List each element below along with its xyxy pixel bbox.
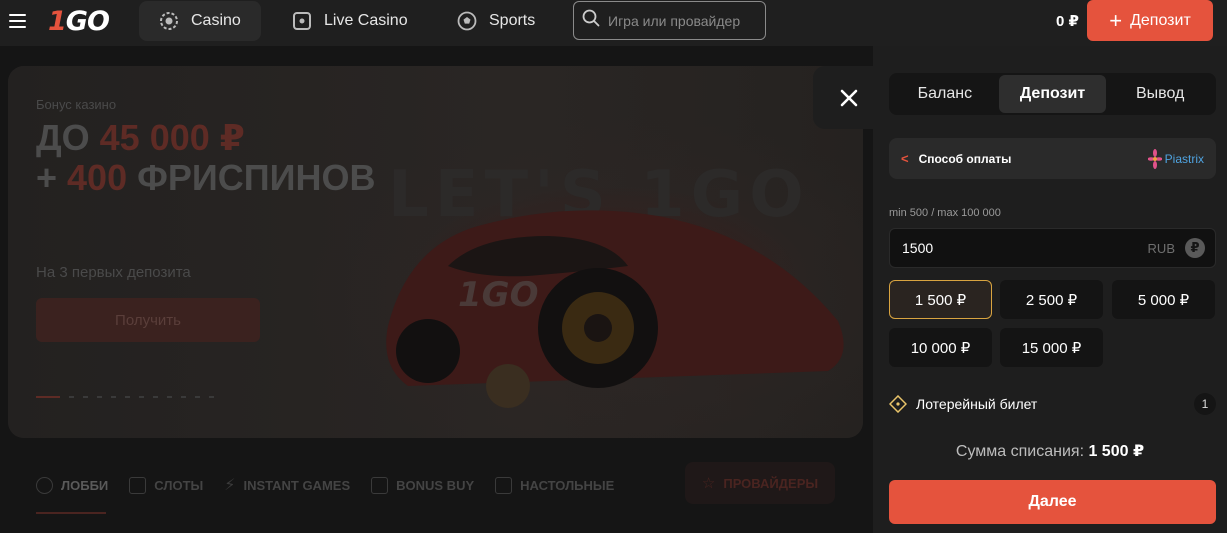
category-table-games[interactable]: НАСТОЛЬНЫЕ [495, 476, 614, 494]
table-games-icon [495, 476, 513, 494]
svg-text:1GO: 1GO [458, 275, 538, 315]
wallet-tabs: Баланс Депозит Вывод [889, 73, 1216, 115]
deposit-button[interactable]: + Депозит [1087, 0, 1213, 41]
banner-title-line2: + 400 ФРИСПИНОВ [36, 157, 376, 198]
total-label: Сумма списания: [955, 443, 1089, 460]
bonus-buy-icon [371, 476, 389, 494]
category-bonus-buy[interactable]: BONUS BUY [371, 476, 474, 494]
slots-icon [129, 476, 147, 494]
balance-amount[interactable]: 0 ₽ [1056, 12, 1079, 30]
category-lobby[interactable]: ЛОББИ [36, 476, 108, 494]
slider-dot[interactable] [195, 396, 200, 398]
slider-dot[interactable] [83, 396, 88, 398]
slider-dot[interactable] [139, 396, 144, 398]
category-instant-games[interactable]: ⚡ INSTANT GAMES [224, 475, 350, 495]
amount-chip-selected[interactable]: 1 500 ₽ [889, 280, 992, 319]
nav-tab-label: Sports [489, 12, 536, 29]
deposit-limits: min 500 / max 100 000 [889, 207, 1001, 219]
plus-icon: + [1109, 7, 1123, 33]
ruble-icon: ₽ [1185, 238, 1205, 258]
wallet-panel: Баланс Депозит Вывод < Способ оплаты Pia… [873, 46, 1227, 533]
banner-title-line1: ДО 45 000 ₽ [36, 117, 245, 158]
currency-code: RUB [1147, 240, 1175, 256]
payment-provider: Piastrix [1147, 148, 1204, 169]
nav-tab-label: Casino [191, 12, 241, 29]
total-value: 1 500 ₽ [1088, 443, 1145, 460]
slider-dot[interactable] [153, 396, 158, 398]
top-navigation-bar: 1GO Casino Live Casino Sports 0 ₽ + Депо… [0, 0, 1227, 46]
logo[interactable]: 1GO [48, 6, 110, 37]
nav-tab-sports[interactable]: Sports [437, 1, 555, 41]
banner-note: На 3 первых депозита [36, 264, 191, 281]
casino-chip-icon [159, 11, 179, 31]
ticket-icon [889, 395, 907, 413]
tab-withdraw[interactable]: Вывод [1106, 75, 1214, 113]
lobby-icon [36, 476, 53, 494]
total-charge: Сумма списания: 1 500 ₽ [873, 441, 1227, 461]
search-box[interactable] [573, 1, 766, 40]
deposit-button-label: Депозит [1130, 11, 1191, 29]
get-bonus-button[interactable]: Получить [36, 298, 260, 342]
lottery-ticket-row[interactable]: Лотерейный билет 1 [889, 393, 1216, 415]
slider-dot[interactable] [97, 396, 102, 398]
payment-provider-name: Piastrix [1164, 151, 1204, 166]
main-content: LET'S 1GO 1GO Бонус казино ДО 45 000 ₽ +… [0, 46, 873, 533]
nav-tab-casino[interactable]: Casino [139, 1, 261, 41]
slider-dot[interactable] [111, 396, 116, 398]
tab-balance[interactable]: Баланс [891, 75, 999, 113]
amount-chip[interactable]: 10 000 ₽ [889, 328, 992, 367]
menu-icon[interactable] [9, 14, 26, 28]
slider-dot[interactable] [181, 396, 186, 398]
payment-method-label: Способ оплаты [918, 151, 1012, 166]
search-icon [582, 9, 600, 32]
slider-dot[interactable] [125, 396, 130, 398]
category-bar: ЛОББИ СЛОТЫ ⚡ INSTANT GAMES BONUS BUY НА… [36, 474, 635, 496]
amount-chip[interactable]: 5 000 ₽ [1112, 280, 1215, 319]
star-icon: ☆ [701, 475, 716, 492]
nav-tab-live-casino[interactable]: Live Casino [272, 1, 428, 41]
chevron-left-icon: < [901, 151, 909, 166]
slider-pagination[interactable] [36, 396, 214, 398]
providers-button[interactable]: ☆ ПРОВАЙДЕРЫ [685, 462, 835, 504]
close-icon [840, 89, 858, 106]
banner-title: ДО 45 000 ₽ + 400 ФРИСПИНОВ [36, 118, 375, 198]
slider-dot[interactable] [36, 396, 60, 398]
banner-subtitle: Бонус казино [36, 97, 117, 112]
slider-dot[interactable] [209, 396, 214, 398]
next-button[interactable]: Далее [889, 480, 1216, 524]
tab-deposit[interactable]: Депозит [998, 75, 1107, 113]
lottery-ticket-label: Лотерейный билет [916, 396, 1038, 412]
lottery-ticket-count: 1 [1194, 393, 1216, 415]
slider-dot[interactable] [167, 396, 172, 398]
search-input[interactable] [608, 12, 758, 29]
promo-banner[interactable]: LET'S 1GO 1GO Бонус казино ДО 45 000 ₽ +… [8, 66, 863, 438]
soccer-ball-icon [457, 11, 477, 31]
nav-tab-label: Live Casino [324, 12, 408, 29]
amount-chip[interactable]: 2 500 ₽ [1000, 280, 1103, 319]
category-slots[interactable]: СЛОТЫ [129, 476, 203, 494]
payment-method-selector[interactable]: < Способ оплаты Piastrix [889, 138, 1216, 179]
piastrix-logo-icon [1147, 148, 1162, 169]
active-category-underline [36, 512, 106, 514]
amount-input[interactable] [902, 240, 1102, 256]
live-dice-icon [292, 11, 312, 31]
amount-chip[interactable]: 15 000 ₽ [1000, 328, 1103, 367]
slider-dot[interactable] [69, 396, 74, 398]
lightning-icon: ⚡ [224, 477, 236, 494]
amount-field[interactable]: RUB ₽ [889, 228, 1216, 268]
